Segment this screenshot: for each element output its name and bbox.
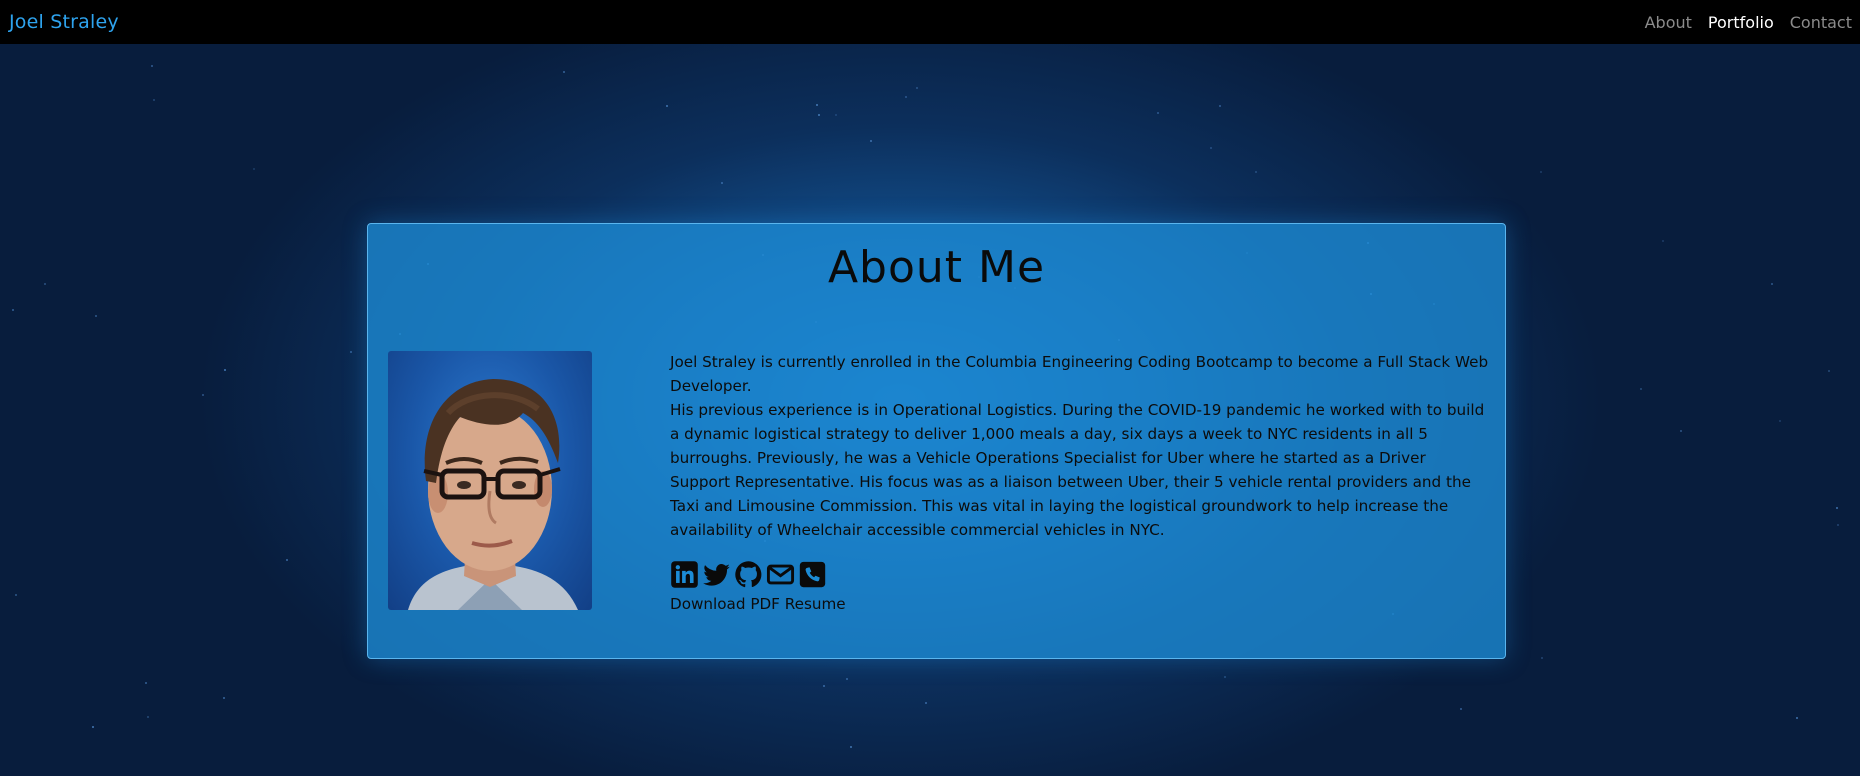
twitter-icon[interactable] (702, 560, 731, 589)
star-dot (1779, 420, 1781, 422)
nav-link-about[interactable]: About (1645, 13, 1692, 32)
about-card: About Me Joel Straley is currently enrol… (367, 223, 1506, 659)
star-dot (1796, 717, 1798, 719)
star-dot (1540, 171, 1542, 173)
nav-links: About Portfolio Contact (1645, 13, 1852, 32)
star-dot (823, 685, 825, 687)
star-dot (202, 394, 204, 396)
nav-link-portfolio[interactable]: Portfolio (1708, 13, 1774, 32)
bio-paragraph-1: Joel Straley is currently enrolled in th… (670, 353, 1489, 395)
star-dot (92, 726, 94, 728)
star-dot (145, 682, 147, 684)
download-resume-link[interactable]: Download PDF Resume (670, 595, 846, 613)
star-dot (12, 309, 14, 311)
star-dot (666, 105, 668, 107)
star-dot (350, 351, 352, 353)
star-dot (563, 71, 565, 73)
brand-link[interactable]: Joel Straley (9, 11, 119, 33)
star-dot (44, 283, 46, 285)
star-dot (1460, 708, 1462, 710)
bio-text: Joel Straley is currently enrolled in th… (670, 350, 1490, 542)
star-dot (153, 99, 155, 101)
star-dot (870, 140, 872, 142)
star-dot (835, 114, 837, 116)
star-dot (223, 697, 225, 699)
star-dot (1541, 657, 1543, 659)
star-dot (224, 369, 226, 371)
star-dot (846, 678, 848, 680)
star-dot (1771, 283, 1773, 285)
navbar: Joel Straley About Portfolio Contact (0, 0, 1860, 44)
star-dot (925, 702, 927, 704)
email-icon[interactable] (766, 560, 795, 589)
star-dot (905, 96, 907, 98)
star-dot (818, 114, 820, 116)
social-icons (670, 560, 827, 589)
star-dot (1837, 524, 1839, 526)
star-dot (1219, 105, 1221, 107)
star-dot (95, 315, 97, 317)
star-dot (286, 559, 288, 561)
star-dot (15, 594, 17, 596)
star-dot (1836, 507, 1838, 509)
star-dot (1255, 171, 1257, 173)
star-dot (1640, 388, 1642, 390)
star-dot (253, 168, 255, 170)
star-dot (1210, 147, 1212, 149)
bio-paragraph-2: His previous experience is in Operationa… (670, 401, 1485, 539)
linkedin-icon[interactable] (670, 560, 699, 589)
star-dot (1157, 112, 1159, 114)
github-icon[interactable] (734, 560, 763, 589)
nav-link-contact[interactable]: Contact (1790, 13, 1852, 32)
portrait-photo (408, 379, 578, 610)
star-dot (1662, 240, 1664, 242)
profile-photo (388, 351, 592, 610)
star-dot (1828, 370, 1830, 372)
star-dot (721, 182, 723, 184)
star-dot (816, 104, 818, 106)
star-dot (147, 716, 149, 718)
star-dot (916, 87, 918, 89)
star-dot (1680, 430, 1682, 432)
phone-icon[interactable] (798, 560, 827, 589)
star-dot (850, 746, 852, 748)
page-title: About Me (827, 242, 1046, 293)
star-dot (1224, 676, 1226, 678)
star-dot (151, 65, 153, 67)
